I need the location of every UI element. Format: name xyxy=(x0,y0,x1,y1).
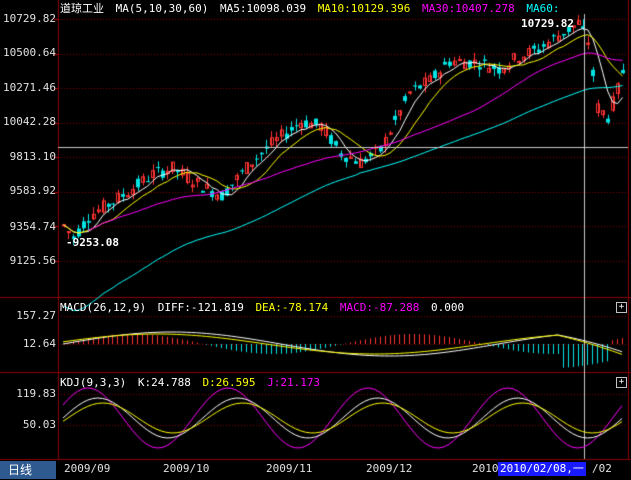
kdj-y-tick-label: 50.03 xyxy=(22,418,56,431)
macd-params-label: MACD(26,12,9) xyxy=(60,301,147,314)
y-tick-label: 9125.56 xyxy=(9,254,56,267)
macd-extra-value: 0.000 xyxy=(431,301,465,314)
y-tick-label: 9813.10 xyxy=(9,150,56,163)
x-tick-label: 2009/09 xyxy=(64,462,111,475)
x-tick-label: 2009/11 xyxy=(266,462,313,475)
low-price-value: 9253.08 xyxy=(72,236,119,249)
y-tick-label: 10271.46 xyxy=(3,81,56,94)
main-header: 道琼工业 MA(5,10,30,60) MA5:10098.039 MA10:1… xyxy=(60,2,565,15)
macd-diff-value: DIFF:-121.819 xyxy=(157,301,244,314)
crosshair-date-tooltip: 2010/02/08,一 xyxy=(498,462,586,476)
macd-y-tick-label: 157.27 xyxy=(16,309,56,322)
kdj-k-value: K:24.788 xyxy=(137,376,191,389)
kdj-d-value: D:26.595 xyxy=(202,376,256,389)
y-tick-label: 9354.74 xyxy=(9,220,56,233)
y-tick-label: 10729.82 xyxy=(3,12,56,25)
y-tick-label: 10500.64 xyxy=(3,46,56,59)
x-tick-label: 2009/12 xyxy=(366,462,413,475)
ma30-value: MA30:10407.278 xyxy=(422,2,515,15)
kdj-j-value: J:21.173 xyxy=(267,376,321,389)
kdj-expand-button[interactable]: + xyxy=(616,377,627,388)
x-tick-label-end: /02 xyxy=(592,462,612,475)
macd-macd-value: MACD:-87.288 xyxy=(339,301,420,314)
ma-params-label: MA(5,10,30,60) xyxy=(115,2,209,15)
x-tick-label: 2009/10 xyxy=(163,462,210,475)
ma10-value: MA10:10129.396 xyxy=(317,2,411,15)
y-tick-label: 9583.92 xyxy=(9,184,56,197)
x-tick-label: 2010 xyxy=(472,462,499,475)
macd-header: MACD(26,12,9) DIFF:-121.819 DEA:-78.174 … xyxy=(60,301,469,314)
kdj-params-label: KDJ(9,3,3) xyxy=(60,376,127,389)
kdj-y-tick-label: 119.83 xyxy=(16,387,56,400)
kdj-header: KDJ(9,3,3) K:24.788 D:26.595 J:21.173 xyxy=(60,376,325,389)
macd-dea-value: DEA:-78.174 xyxy=(255,301,329,314)
low-price-annotation: -9253.08 xyxy=(66,236,119,249)
period-daily-button[interactable]: 日线 xyxy=(0,461,56,479)
high-price-annotation: 10729.82 xyxy=(521,17,574,30)
macd-expand-button[interactable]: + xyxy=(616,302,627,313)
ma5-value: MA5:10098.039 xyxy=(219,2,307,15)
macd-y-tick-label: 12.64 xyxy=(22,337,56,350)
y-tick-label: 10042.28 xyxy=(3,115,56,128)
instrument-name: 道琼工业 xyxy=(60,2,104,15)
ma60-value: MA60: xyxy=(526,2,560,15)
